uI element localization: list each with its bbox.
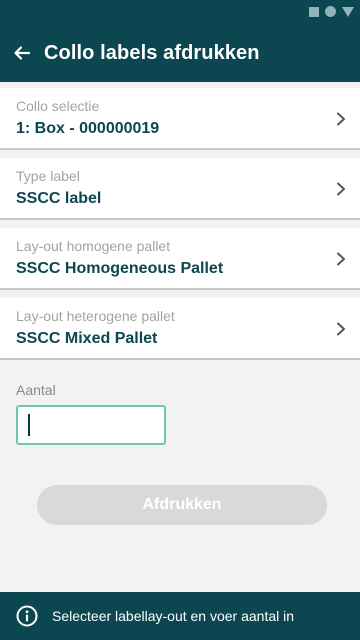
collo-selection-label: Collo selectie	[16, 98, 100, 114]
footer-message: Selecteer labellay-out en voer aantal in	[52, 608, 295, 624]
label-type-row[interactable]: Type label SSCC label	[0, 158, 360, 220]
status-icons	[309, 6, 354, 17]
info-icon	[16, 605, 38, 627]
print-button[interactable]: Afdrukken	[37, 485, 327, 525]
text-cursor	[28, 414, 30, 436]
arrow-left-icon	[14, 46, 31, 60]
label-type-value: SSCC label	[16, 190, 102, 207]
label-type-label: Type label	[16, 168, 80, 184]
back-button[interactable]	[0, 24, 44, 82]
collo-selection-row[interactable]: Collo selectie 1: Box - 000000019	[0, 88, 360, 150]
chevron-right-icon	[337, 182, 345, 196]
chevron-right-icon	[337, 322, 345, 336]
quantity-input[interactable]	[16, 405, 166, 445]
heterogeneous-layout-value: SSCC Mixed Pallet	[16, 330, 158, 347]
homogeneous-layout-value: SSCC Homogeneous Pallet	[16, 260, 224, 277]
quantity-label: Aantal	[16, 382, 56, 398]
back-nav-icon	[342, 6, 354, 17]
heterogeneous-layout-label: Lay-out heterogene pallet	[16, 308, 175, 324]
status-bar	[0, 0, 360, 24]
heterogeneous-layout-row[interactable]: Lay-out heterogene pallet SSCC Mixed Pal…	[0, 298, 360, 360]
homogeneous-layout-label: Lay-out homogene pallet	[16, 238, 171, 254]
homogeneous-layout-row[interactable]: Lay-out homogene pallet SSCC Homogeneous…	[0, 228, 360, 290]
info-footer: Selecteer labellay-out en voer aantal in	[0, 592, 360, 640]
page-title: Collo labels afdrukken	[44, 41, 260, 64]
recent-apps-icon	[309, 6, 319, 17]
chevron-right-icon	[337, 252, 345, 266]
app-bar: Collo labels afdrukken	[0, 24, 360, 82]
chevron-right-icon	[337, 112, 345, 126]
home-icon	[325, 6, 336, 17]
collo-selection-value: 1: Box - 000000019	[16, 120, 160, 137]
